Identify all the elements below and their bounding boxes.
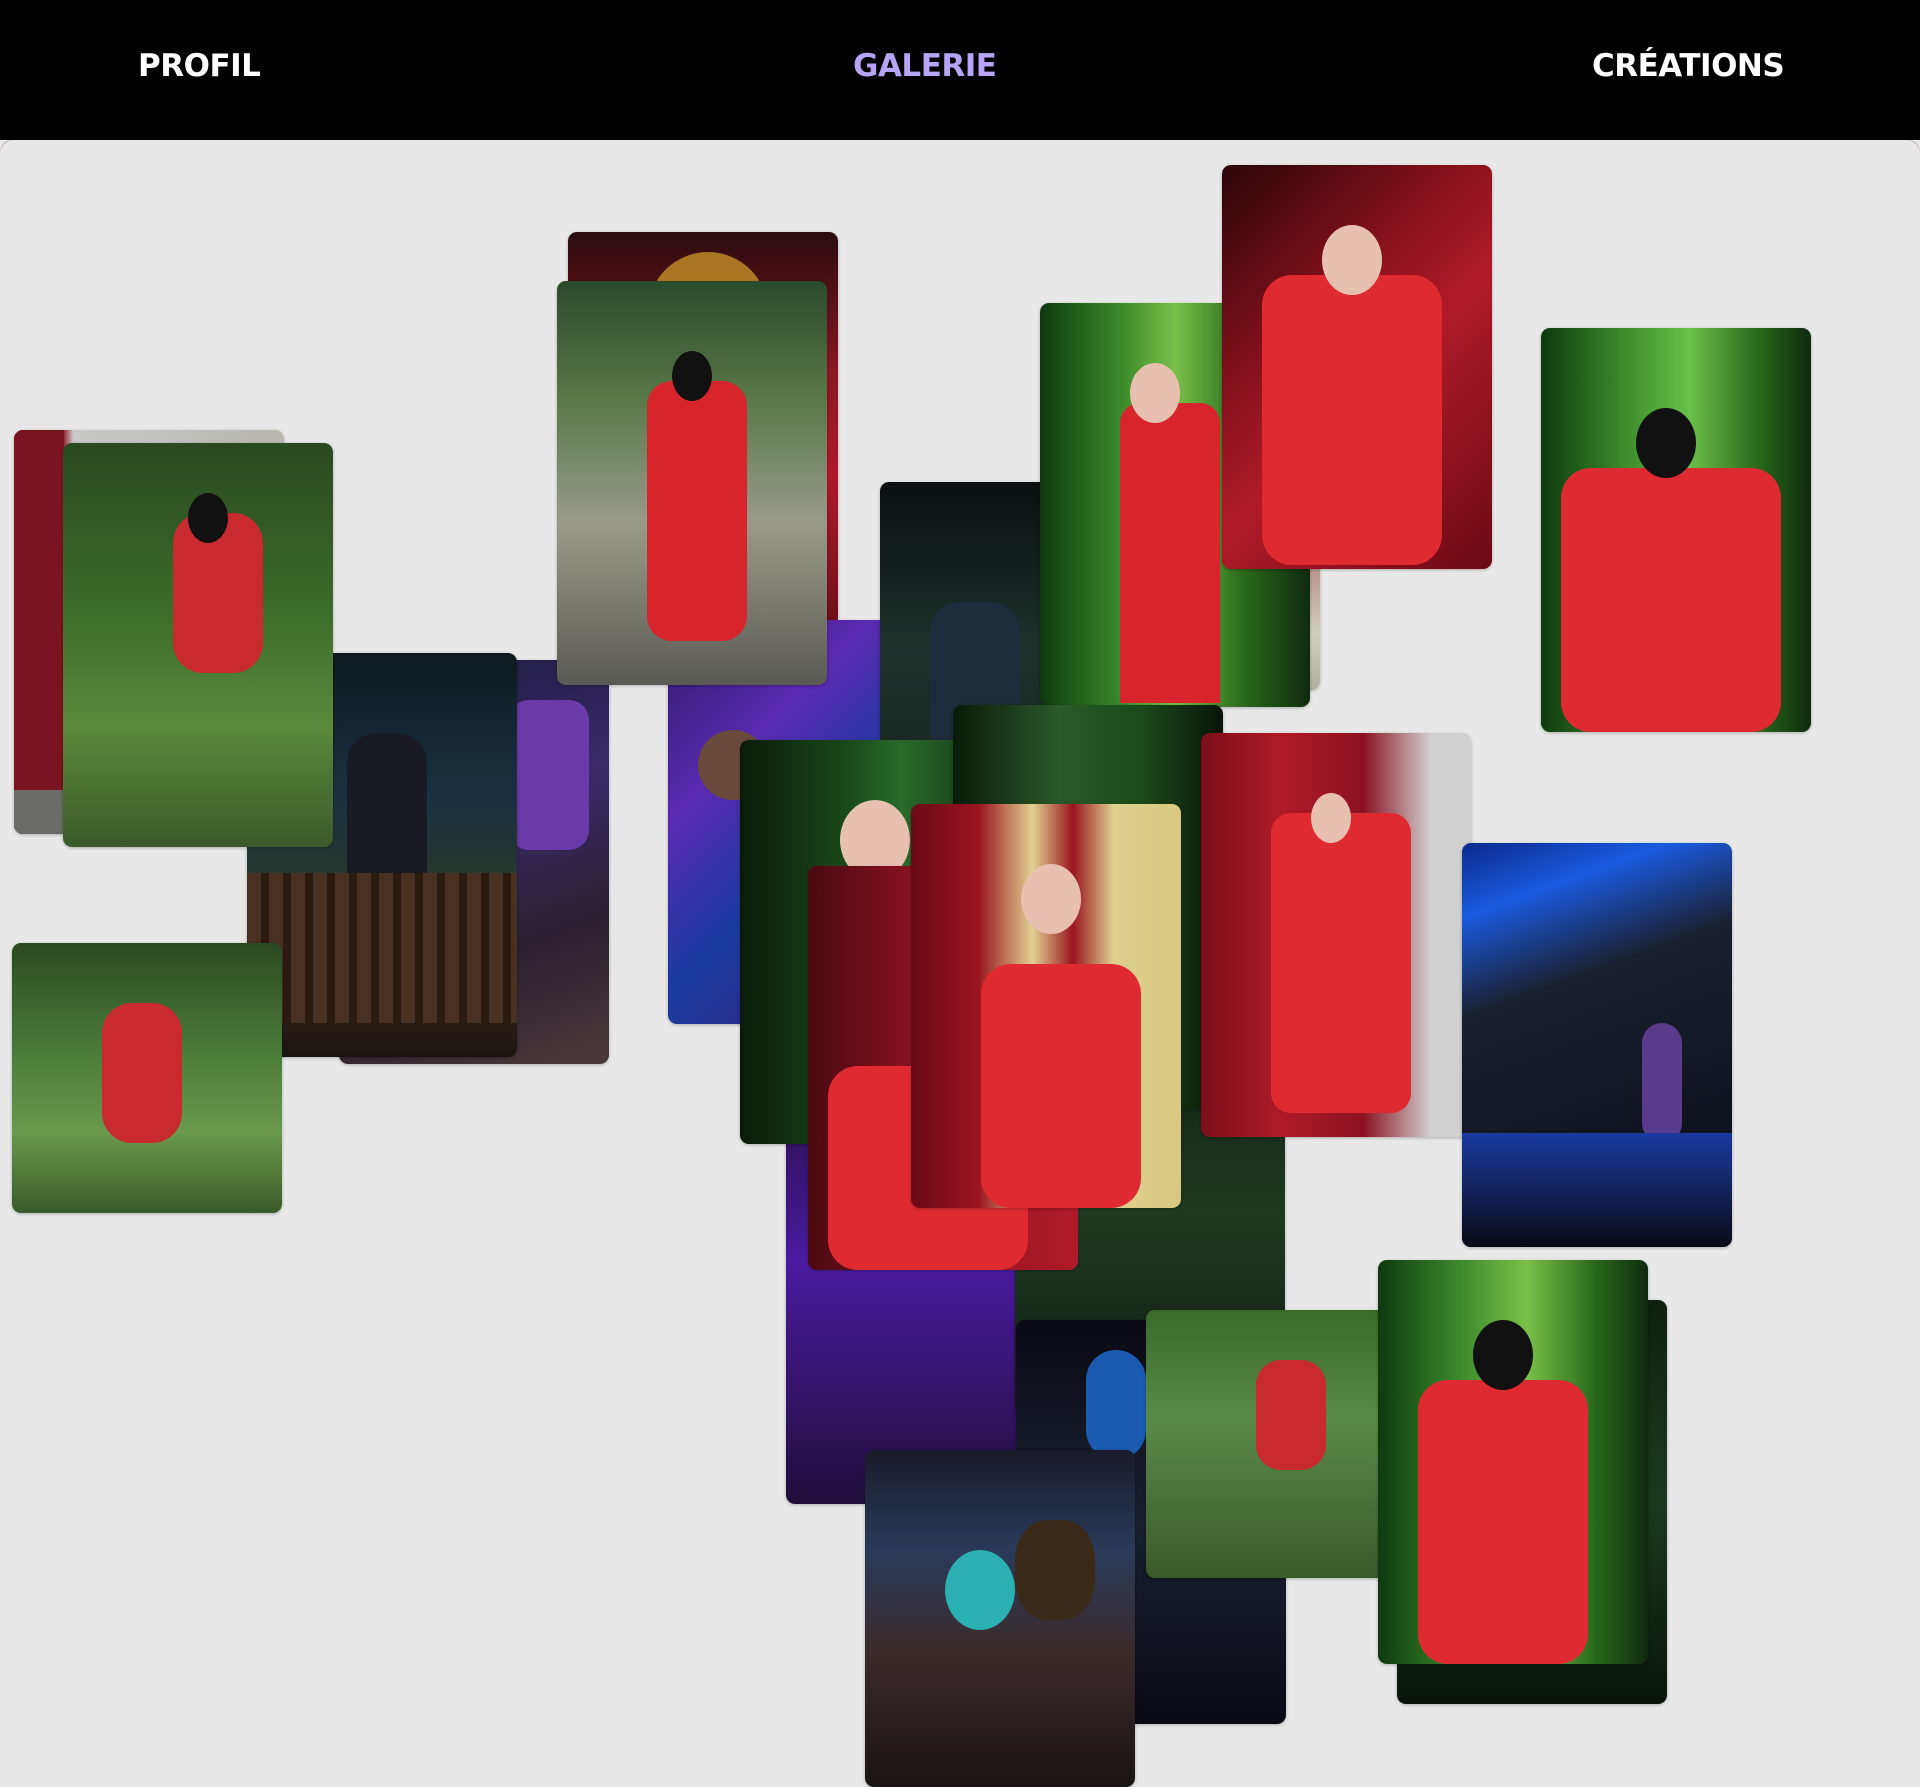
nav-profil-link[interactable]: PROFIL: [138, 48, 261, 84]
gallery-photo[interactable]: [1146, 1310, 1416, 1578]
gallery-photo[interactable]: [12, 943, 282, 1213]
gallery-photo[interactable]: [1541, 328, 1811, 732]
gallery-photo[interactable]: [1378, 1260, 1648, 1664]
nav-creations-link[interactable]: CRÉATIONS: [1592, 48, 1785, 84]
gallery-photo[interactable]: [865, 1450, 1135, 1787]
gallery-photo[interactable]: [1222, 165, 1492, 569]
gallery-canvas: [0, 140, 1920, 1787]
gallery-photo[interactable]: [1462, 843, 1732, 1247]
gallery-photo[interactable]: [63, 443, 333, 847]
nav-galerie-link[interactable]: GALERIE: [853, 48, 997, 84]
gallery-photo[interactable]: [557, 281, 827, 685]
gallery-photo[interactable]: [1201, 733, 1471, 1137]
top-navigation-bar: PROFIL GALERIE CRÉATIONS: [0, 0, 1920, 140]
gallery-photo[interactable]: [911, 804, 1181, 1208]
